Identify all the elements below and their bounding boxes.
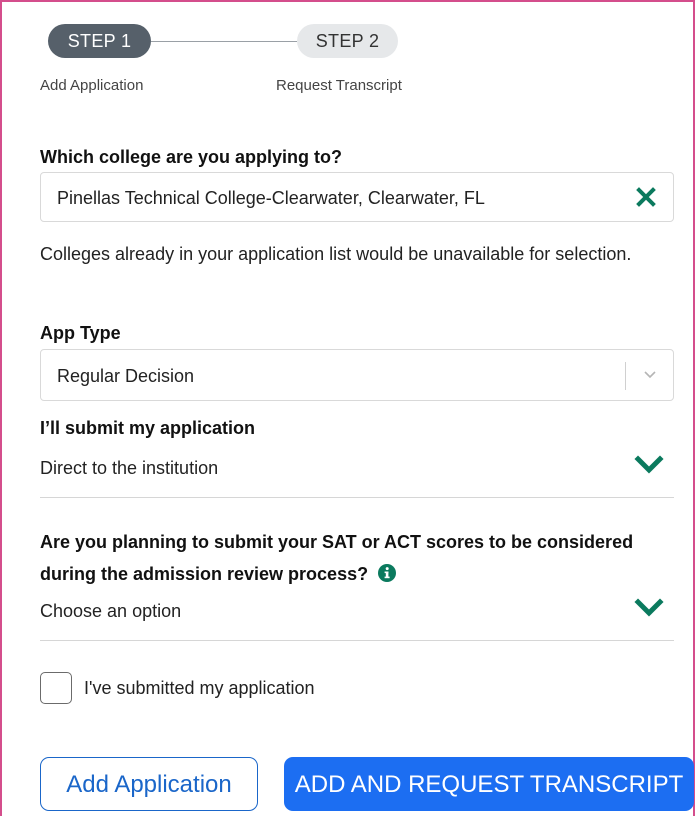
add-application-button[interactable]: Add Application <box>40 757 258 811</box>
add-and-request-transcript-button[interactable]: ADD AND REQUEST TRANSCRIPT <box>284 757 694 811</box>
step-1-pill[interactable]: STEP 1 <box>48 24 151 58</box>
submitted-checkbox[interactable] <box>40 672 72 704</box>
submission-value: Direct to the institution <box>40 458 219 478</box>
app-type-select[interactable]: Regular Decision <box>40 349 674 401</box>
submission-label: I’ll submit my application <box>40 418 256 438</box>
chevron-down-icon[interactable] <box>643 370 657 380</box>
select-separator <box>625 362 626 390</box>
step-1-caption: Add Application <box>40 77 144 94</box>
app-type-value: Regular Decision <box>57 366 195 386</box>
college-label: Which college are you applying to? <box>40 147 343 167</box>
stepper: STEP 1 STEP 2 <box>48 24 408 58</box>
test-scores-select[interactable]: Choose an option <box>40 589 674 641</box>
test-scores-value: Choose an option <box>40 601 182 621</box>
info-icon[interactable] <box>378 564 397 582</box>
step-2-pill[interactable]: STEP 2 <box>297 24 398 58</box>
college-value: Pinellas Technical College-Clearwater, C… <box>57 188 485 208</box>
step-2-caption: Request Transcript <box>276 77 402 94</box>
chevron-down-icon[interactable] <box>634 455 664 475</box>
submitted-checkbox-label[interactable]: I've submitted my application <box>84 678 315 699</box>
college-input[interactable]: Pinellas Technical College-Clearwater, C… <box>40 172 674 222</box>
chevron-down-icon[interactable] <box>634 598 664 618</box>
college-helper-text: Colleges already in your application lis… <box>40 244 632 264</box>
test-scores-label-text: Are you planning to submit your SAT or A… <box>40 532 634 584</box>
submission-select[interactable]: Direct to the institution <box>40 446 674 498</box>
close-icon[interactable] <box>635 186 657 208</box>
stepper-connector <box>151 41 297 42</box>
test-scores-label: Are you planning to submit your SAT or A… <box>40 526 640 590</box>
form-panel: STEP 1 STEP 2 Add Application Request Tr… <box>0 0 695 816</box>
app-type-label: App Type <box>40 323 121 343</box>
